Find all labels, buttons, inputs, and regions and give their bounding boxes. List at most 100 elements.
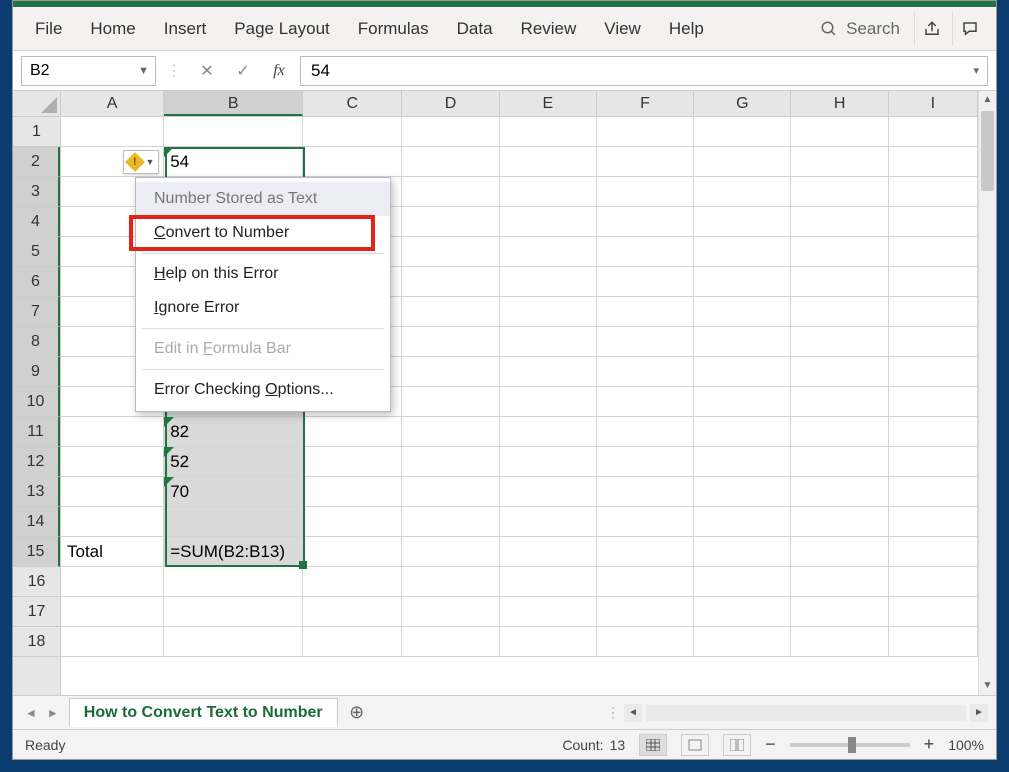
cell-F3[interactable] [597,177,694,207]
sheet-nav-next-icon[interactable]: ► [43,704,63,722]
cell-H13[interactable] [791,477,888,507]
share-button[interactable] [914,12,948,46]
menu-item-error-checking-options[interactable]: Error Checking Options... [136,373,390,407]
cell-F17[interactable] [597,597,694,627]
row-header-18[interactable]: 18 [13,627,60,657]
cell-I11[interactable] [889,417,978,447]
cell-D9[interactable] [402,357,499,387]
cell-D12[interactable] [402,447,499,477]
row-header-17[interactable]: 17 [13,597,60,627]
row-header-10[interactable]: 10 [13,387,60,417]
tab-formulas[interactable]: Formulas [346,11,441,47]
cell-G16[interactable] [694,567,791,597]
cell-B12[interactable]: 52 [164,447,303,477]
row-header-12[interactable]: 12 [13,447,60,477]
tab-view[interactable]: View [592,11,653,47]
cell-F18[interactable] [597,627,694,657]
cancel-formula-button[interactable]: ✕ [192,56,222,86]
cell-F2[interactable] [597,147,694,177]
cell-C12[interactable] [303,447,402,477]
name-box[interactable]: B2 ▼ [21,56,156,86]
cell-A1[interactable] [61,117,164,147]
cell-I17[interactable] [889,597,978,627]
row-header-11[interactable]: 11 [13,417,60,447]
cell-H16[interactable] [791,567,888,597]
cell-H18[interactable] [791,627,888,657]
cell-F12[interactable] [597,447,694,477]
row-header-4[interactable]: 4 [13,207,60,237]
cell-A18[interactable] [61,627,164,657]
cell-B2[interactable]: 54 [164,147,303,177]
cell-G6[interactable] [694,267,791,297]
cell-I13[interactable] [889,477,978,507]
cell-H14[interactable] [791,507,888,537]
cell-D3[interactable] [402,177,499,207]
cell-A15[interactable]: Total [61,537,164,567]
column-header-H[interactable]: H [791,91,888,116]
cell-B13[interactable]: 70 [164,477,303,507]
cell-G4[interactable] [694,207,791,237]
cell-I16[interactable] [889,567,978,597]
cell-C15[interactable] [303,537,402,567]
cell-A11[interactable] [61,417,164,447]
cell-B14[interactable] [164,507,303,537]
cell-A13[interactable] [61,477,164,507]
menu-item-ignore-error[interactable]: Ignore Error [136,291,390,325]
cell-G9[interactable] [694,357,791,387]
cell-I7[interactable] [889,297,978,327]
zoom-level[interactable]: 100% [948,737,984,753]
cell-B17[interactable] [164,597,303,627]
cell-G10[interactable] [694,387,791,417]
select-all-corner[interactable] [13,91,61,117]
cell-A12[interactable] [61,447,164,477]
cell-G15[interactable] [694,537,791,567]
cell-I6[interactable] [889,267,978,297]
row-header-2[interactable]: 2 [13,147,60,177]
cell-D18[interactable] [402,627,499,657]
row-header-5[interactable]: 5 [13,237,60,267]
cell-H2[interactable] [791,147,888,177]
cell-E17[interactable] [500,597,597,627]
cell-E12[interactable] [500,447,597,477]
cell-G7[interactable] [694,297,791,327]
zoom-knob[interactable] [848,737,856,753]
cell-B15[interactable]: =SUM(B2:B13) [164,537,303,567]
cell-I3[interactable] [889,177,978,207]
cell-F14[interactable] [597,507,694,537]
zoom-in-button[interactable]: + [924,734,935,755]
cell-D13[interactable] [402,477,499,507]
formula-input[interactable]: 54 ▾ [300,56,988,86]
cell-I4[interactable] [889,207,978,237]
column-header-D[interactable]: D [402,91,499,116]
cell-E6[interactable] [500,267,597,297]
cell-A14[interactable] [61,507,164,537]
add-sheet-button[interactable]: ⊕ [344,700,370,726]
error-smart-tag[interactable]: !▼ [123,150,159,174]
row-header-3[interactable]: 3 [13,177,60,207]
cell-G12[interactable] [694,447,791,477]
cell-H17[interactable] [791,597,888,627]
cell-D11[interactable] [402,417,499,447]
cell-E11[interactable] [500,417,597,447]
cell-E10[interactable] [500,387,597,417]
cell-H9[interactable] [791,357,888,387]
column-header-F[interactable]: F [597,91,694,116]
cell-G1[interactable] [694,117,791,147]
cell-I9[interactable] [889,357,978,387]
cell-D4[interactable] [402,207,499,237]
cell-F16[interactable] [597,567,694,597]
cell-E1[interactable] [500,117,597,147]
hscroll-right-icon[interactable]: ► [970,704,988,722]
cell-H8[interactable] [791,327,888,357]
cell-D5[interactable] [402,237,499,267]
cell-H1[interactable] [791,117,888,147]
scroll-down-icon[interactable]: ▼ [979,677,996,695]
fx-button[interactable]: fx [264,56,294,86]
tab-data[interactable]: Data [445,11,505,47]
cell-B16[interactable] [164,567,303,597]
sheet-nav-prev-icon[interactable]: ◄ [21,704,41,722]
cell-E16[interactable] [500,567,597,597]
sheet-split-icon[interactable]: ⋮ [606,704,620,721]
cell-I2[interactable] [889,147,978,177]
cell-G5[interactable] [694,237,791,267]
